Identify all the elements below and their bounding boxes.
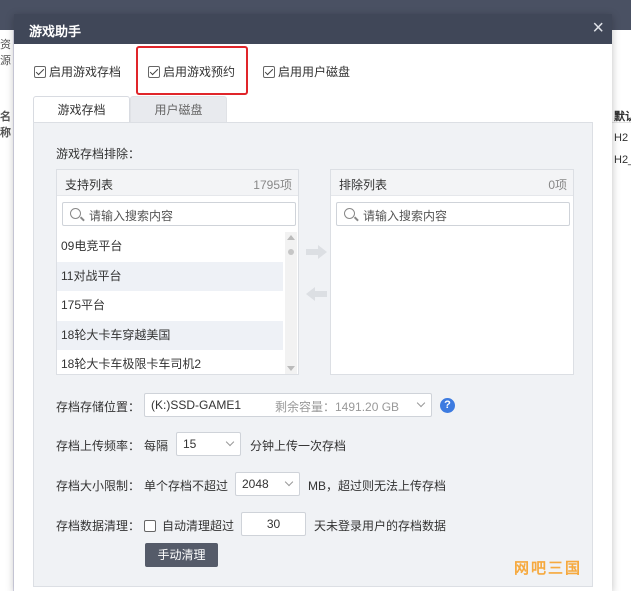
tab-game-save[interactable]: 游戏存档 [33, 96, 130, 123]
exclusion-section-label: 游戏存档排除： [56, 147, 141, 161]
enable-save-label: 启用游戏存档 [49, 65, 122, 79]
search-icon [344, 208, 355, 219]
exclude-list-title: 排除列表 [339, 178, 388, 192]
exclude-search-input[interactable]: 请输入搜索内容 [336, 202, 570, 226]
support-list: 支持列表 1795项 请输入搜索内容 09电竞平台 11对战平台 175平台 1… [56, 169, 299, 375]
frequency-suffix: 分钟上传一次存档 [250, 439, 347, 453]
list-item[interactable]: 18轮大卡车极限卡车司机2 [57, 350, 283, 380]
checkbox-checked-icon[interactable] [34, 65, 46, 78]
enable-disk-checkbox[interactable]: 启用用户磁盘 [263, 63, 350, 80]
bg-cell: H2_ [614, 154, 631, 166]
app-left-panel: 资源 名称 [0, 30, 14, 591]
help-icon[interactable]: ? [440, 398, 455, 413]
chevron-down-icon [416, 398, 426, 408]
size-limit-suffix: MB，超过则无法上传存档 [308, 479, 447, 493]
enable-disk-label: 启用用户磁盘 [278, 65, 351, 79]
enable-save-checkbox[interactable]: 启用游戏存档 [34, 63, 121, 80]
chevron-down-icon [225, 437, 235, 447]
checkbox-unchecked-icon[interactable] [144, 519, 156, 532]
watermark-logo: 网吧三国 [514, 560, 583, 577]
bg-column-header: 名称 [0, 111, 11, 139]
scroll-down-arrow-icon[interactable] [287, 366, 295, 371]
list-item[interactable]: 18轮大卡车穿越美国 [57, 320, 283, 350]
chevron-down-icon [284, 477, 294, 487]
size-limit-value: 2048 [242, 477, 269, 491]
cleanup-suffix: 天未登录用户的存档数据 [314, 519, 447, 533]
bg-text-fragment: 资源 [0, 39, 11, 67]
bg-divider [612, 122, 631, 123]
highlight-annotation [136, 46, 248, 95]
frequency-label: 存档上传频率： [56, 439, 141, 453]
move-left-arrow-icon[interactable] [306, 287, 328, 301]
auto-cleanup-label: 自动清理超过 [162, 519, 235, 533]
location-value: (K:)SSD-GAME1 [151, 398, 242, 412]
list-item[interactable]: 09电竞平台 [57, 232, 283, 262]
search-icon [70, 208, 81, 219]
frequency-value: 15 [183, 437, 197, 451]
search-placeholder: 请输入搜索内容 [89, 209, 174, 223]
tab-user-disk[interactable]: 用户磁盘 [130, 96, 227, 123]
dialog-title: 游戏助手 [29, 24, 82, 39]
capacity-text: 剩余容量：1491.20 GB [275, 400, 400, 414]
support-list-header: 支持列表 1795项 [57, 170, 298, 196]
support-list-scrollbar[interactable] [285, 232, 297, 374]
exclude-list: 排除列表 0项 请输入搜索内容 [330, 169, 574, 375]
close-icon[interactable]: × [592, 17, 604, 39]
checkbox-checked-icon[interactable] [263, 65, 275, 78]
list-item[interactable]: 11对战平台 [57, 261, 283, 291]
exclude-list-count: 0项 [548, 178, 567, 192]
cleanup-label: 存档数据清理： [56, 519, 141, 533]
dialog-header: 游戏助手 × [14, 14, 612, 44]
exclude-list-header: 排除列表 0项 [331, 170, 573, 196]
auto-cleanup-checkbox[interactable]: 自动清理超过 [144, 517, 234, 534]
scroll-thumb[interactable] [288, 249, 294, 255]
move-right-arrow-icon[interactable] [306, 245, 328, 259]
size-limit-select[interactable]: 2048 [235, 472, 300, 496]
support-items: 09电竞平台 11对战平台 175平台 18轮大卡车穿越美国 18轮大卡车极限卡… [57, 232, 283, 380]
bg-cell: H2 [614, 132, 629, 144]
support-search-input[interactable]: 请输入搜索内容 [62, 202, 296, 226]
location-select[interactable]: (K:)SSD-GAME1 剩余容量：1491.20 GB [144, 393, 432, 417]
frequency-select[interactable]: 15 [176, 432, 241, 456]
app-right-panel: 默认 H2 H2_ [612, 30, 631, 591]
scroll-up-arrow-icon[interactable] [287, 235, 295, 240]
list-item[interactable]: 175平台 [57, 291, 283, 321]
support-list-count: 1795项 [253, 178, 292, 192]
manual-cleanup-button[interactable]: 手动清理 [145, 543, 218, 567]
search-placeholder: 请输入搜索内容 [363, 209, 448, 223]
size-limit-prefix: 单个存档不超过 [144, 479, 229, 493]
support-list-title: 支持列表 [65, 178, 114, 192]
size-limit-label: 存档大小限制： [56, 479, 141, 493]
frequency-prefix: 每隔 [144, 439, 169, 453]
cleanup-days-input[interactable]: 30 [241, 512, 306, 536]
location-label: 存档存储位置： [56, 400, 141, 414]
